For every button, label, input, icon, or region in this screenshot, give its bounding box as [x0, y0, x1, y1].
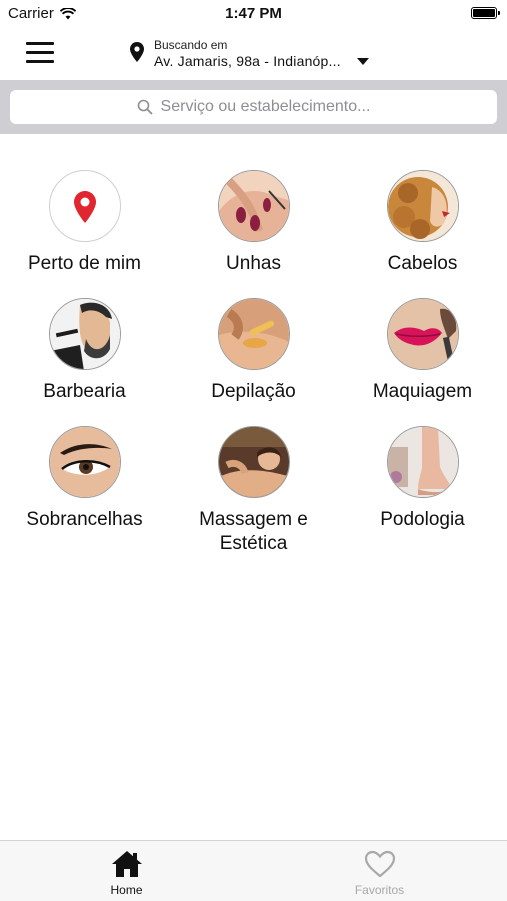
nails-photo	[217, 170, 290, 242]
search-placeholder: Serviço ou estabelecimento...	[160, 98, 371, 115]
status-time: 1:47 PM	[225, 5, 282, 22]
category-unhas[interactable]: Unhas	[169, 170, 338, 276]
location-pin-icon	[130, 42, 144, 62]
barber-photo	[48, 298, 121, 370]
status-bar: Carrier 1:47 PM	[0, 0, 507, 28]
category-barbearia[interactable]: Barbearia	[0, 298, 169, 404]
tab-label: Home	[110, 883, 143, 897]
hamburger-menu-icon[interactable]	[26, 42, 54, 64]
tab-label: Favoritos	[354, 883, 405, 897]
battery-icon	[471, 7, 500, 19]
tab-home[interactable]: Home	[0, 841, 253, 901]
search-input[interactable]: Serviço ou estabelecimento...	[10, 90, 497, 124]
location-pin-icon	[48, 170, 121, 242]
home-icon	[111, 851, 142, 877]
category-cabelos[interactable]: Cabelos	[338, 170, 507, 276]
waxing-photo	[217, 298, 290, 370]
location-label: Buscando em	[154, 38, 228, 52]
category-label: Barbearia	[43, 381, 126, 402]
location-selector[interactable]: Buscando em Av. Jamaris, 98a - Indianóp.…	[130, 38, 369, 70]
category-label: Podologia	[380, 509, 465, 530]
makeup-photo	[386, 298, 459, 370]
category-sobrancelhas[interactable]: Sobrancelhas	[0, 426, 169, 532]
category-podologia[interactable]: Podologia	[338, 426, 507, 532]
category-perto-de-mim[interactable]: Perto de mim	[0, 170, 169, 276]
category-depilacao[interactable]: Depilação	[169, 298, 338, 404]
tab-favoritos[interactable]: Favoritos	[253, 841, 506, 901]
hair-photo	[386, 170, 459, 242]
category-massagem-estetica[interactable]: Massagem e Estética	[169, 426, 338, 556]
tab-bar: Home Favoritos	[0, 840, 507, 901]
category-maquiagem[interactable]: Maquiagem	[338, 298, 507, 404]
chevron-down-icon	[356, 58, 369, 65]
category-label: Depilação	[211, 381, 296, 402]
location-address: Av. Jamaris, 98a - Indianóp...	[154, 53, 341, 69]
category-label: Massagem e Estética	[199, 509, 308, 554]
eyebrow-photo	[48, 426, 121, 498]
category-label: Maquiagem	[372, 381, 473, 402]
category-label: Unhas	[226, 253, 281, 274]
search-icon	[137, 99, 153, 115]
heart-icon	[364, 850, 395, 878]
foot-photo	[386, 426, 459, 498]
category-label: Cabelos	[387, 253, 458, 274]
massage-photo	[217, 426, 290, 498]
app-header: Buscando em Av. Jamaris, 98a - Indianóp.…	[0, 28, 507, 78]
category-label: Sobrancelhas	[26, 509, 143, 530]
search-bar: Serviço ou estabelecimento...	[0, 80, 507, 134]
category-label: Perto de mim	[28, 253, 141, 274]
